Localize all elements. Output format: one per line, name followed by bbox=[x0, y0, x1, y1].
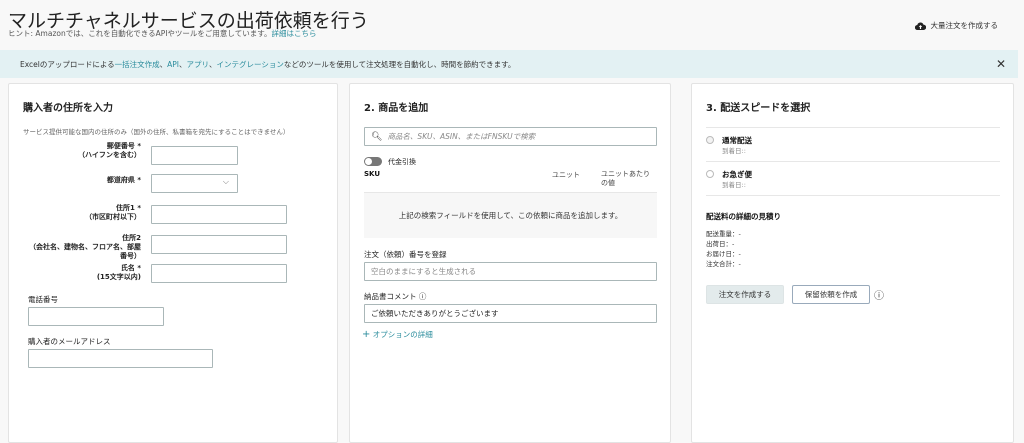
l: お届け日：- bbox=[706, 250, 741, 258]
search-placeholder: 商品名、SKU、ASIN、またはFNSKUで検索 bbox=[387, 132, 536, 141]
email-label: 購入者のメールアドレス bbox=[28, 337, 111, 346]
api-link[interactable]: API bbox=[167, 60, 179, 69]
l: （会社名、建物名、フロア名、部屋 bbox=[29, 243, 141, 251]
options-link[interactable]: + オプションの詳細 bbox=[362, 329, 433, 340]
cod-label: 代金引換 bbox=[388, 158, 416, 166]
sep: 、 bbox=[209, 59, 217, 69]
products-title: 2. 商品を追加 bbox=[364, 103, 429, 114]
product-search-input[interactable]: 🔍︎ 商品名、SKU、ASIN、またはFNSKUで検索 bbox=[364, 127, 657, 146]
postal-input[interactable] bbox=[151, 146, 238, 165]
banner-text: Excelのアップロードによる bbox=[20, 59, 115, 69]
l: （ハイフンを含む） bbox=[78, 151, 141, 159]
address-title: 購入者の住所を入力 bbox=[23, 103, 113, 114]
hint-link[interactable]: 詳細はこちら bbox=[271, 29, 316, 38]
address-note: サービス提供可能な国内の住所のみ（国外の住所、私書箱を宛先にすることはできません… bbox=[23, 128, 290, 136]
search-icon: 🔍︎ bbox=[371, 131, 383, 142]
hint-text: ヒント: Amazonでは、これを自動化できるAPIやツールをご用意しています。… bbox=[8, 28, 316, 39]
addr2-input[interactable] bbox=[151, 235, 287, 254]
addr1-input[interactable] bbox=[151, 205, 287, 224]
empty-products: 上記の検索フィールドを使用して、この依頼に商品を追加します。 bbox=[364, 192, 657, 238]
l: （市区町村以下） bbox=[85, 213, 141, 221]
divider bbox=[706, 161, 1000, 162]
phone-label: 電話番号 bbox=[28, 295, 58, 304]
info-icon[interactable]: ⓘ bbox=[874, 287, 884, 302]
banner-text: などのツールを使用して注文処理を自動化し、時間を節約できます。 bbox=[283, 59, 516, 69]
estimate-lines: 配送重量：- 出荷日：- お届け日：- 注文合計：- bbox=[706, 229, 741, 269]
cloud-upload-icon bbox=[914, 22, 926, 30]
l: 番号） bbox=[120, 252, 141, 260]
l: 到着日:: bbox=[722, 181, 746, 189]
l: 注文合計：- bbox=[706, 260, 741, 268]
name-input[interactable] bbox=[151, 264, 287, 283]
l: 出荷日：- bbox=[706, 240, 735, 248]
l: 郵便番号 * bbox=[106, 142, 141, 150]
col-unit: ユニット bbox=[552, 171, 580, 179]
name-label: 氏名 * (15文字以内) bbox=[21, 264, 141, 282]
email-input[interactable] bbox=[28, 349, 213, 368]
integration-link[interactable]: インテグレーション bbox=[217, 59, 284, 70]
create-order-button[interactable]: 注文を作成する bbox=[706, 285, 784, 304]
comment-label: 納品書コメント ⓘ bbox=[364, 291, 426, 302]
comment-input[interactable]: ご依頼いただきありがとうございます bbox=[364, 304, 657, 323]
shipping-title: 3. 配送スピードを選択 bbox=[706, 103, 811, 114]
estimate-title: 配送料の詳細の見積り bbox=[706, 212, 781, 221]
l: 住所1 * bbox=[116, 204, 141, 212]
col-sku: SKU bbox=[364, 170, 381, 178]
addr2-label: 住所2 （会社名、建物名、フロア名、部屋 番号） bbox=[21, 234, 141, 261]
addr1-label: 住所1 * （市区町村以下） bbox=[21, 204, 141, 222]
prefecture-label: 都道府県 * bbox=[106, 176, 141, 184]
l: 納品書コメント bbox=[364, 292, 417, 301]
close-icon[interactable]: ✕ bbox=[996, 57, 1006, 71]
shipping-panel: 3. 配送スピードを選択 通常配送 到着日:: お急ぎ便 到着日:: 配送料の詳… bbox=[691, 83, 1014, 443]
apps-link[interactable]: アプリ bbox=[187, 59, 210, 70]
l: 配送重量：- bbox=[706, 230, 741, 238]
l: 住所2 bbox=[122, 234, 141, 242]
l: オプションの詳細 bbox=[372, 330, 433, 339]
info-banner: Excelのアップロードによる 一括注文作成、 API、アプリ、インテグレーションな… bbox=[0, 50, 1018, 78]
l: 到着日:: bbox=[722, 147, 746, 155]
sep: 、 bbox=[159, 59, 168, 69]
bulk-order-button[interactable]: 大量注文を作成する bbox=[914, 20, 999, 31]
order-no-label: 注文（依頼）番号を登録 bbox=[364, 250, 447, 259]
hint: ヒント: Amazonでは、これを自動化できるAPIやツールをご用意しています。 bbox=[8, 29, 272, 38]
plus-icon: + bbox=[362, 329, 371, 340]
address-panel: 購入者の住所を入力 サービス提供可能な国内の住所のみ（国外の住所、私書箱を宛先に… bbox=[8, 83, 338, 443]
prefecture-select[interactable] bbox=[151, 174, 238, 193]
phone-input[interactable] bbox=[28, 307, 164, 326]
col-price: ユニットあたりの値 bbox=[601, 170, 650, 187]
sep: 、 bbox=[179, 59, 187, 69]
radio[interactable] bbox=[706, 136, 714, 144]
postal-label: 郵便番号 * （ハイフンを含む） bbox=[21, 142, 141, 160]
info-icon[interactable]: ⓘ bbox=[419, 292, 427, 301]
cod-toggle[interactable] bbox=[364, 157, 382, 166]
products-panel: 2. 商品を追加 🔍︎ 商品名、SKU、ASIN、またはFNSKUで検索 代金引… bbox=[349, 83, 671, 443]
bulk-order-label: 大量注文を作成する bbox=[930, 21, 999, 30]
divider bbox=[706, 195, 1000, 196]
divider bbox=[706, 127, 1000, 128]
create-hold-button[interactable]: 保留依頼を作成 bbox=[792, 285, 870, 304]
radio[interactable] bbox=[706, 170, 714, 178]
bulk-link[interactable]: 一括注文作成 bbox=[115, 59, 160, 70]
order-no-input[interactable]: 空白のままにすると生成される bbox=[364, 262, 657, 281]
l: (15文字以内) bbox=[96, 273, 141, 281]
l: 氏名 * bbox=[120, 264, 141, 272]
